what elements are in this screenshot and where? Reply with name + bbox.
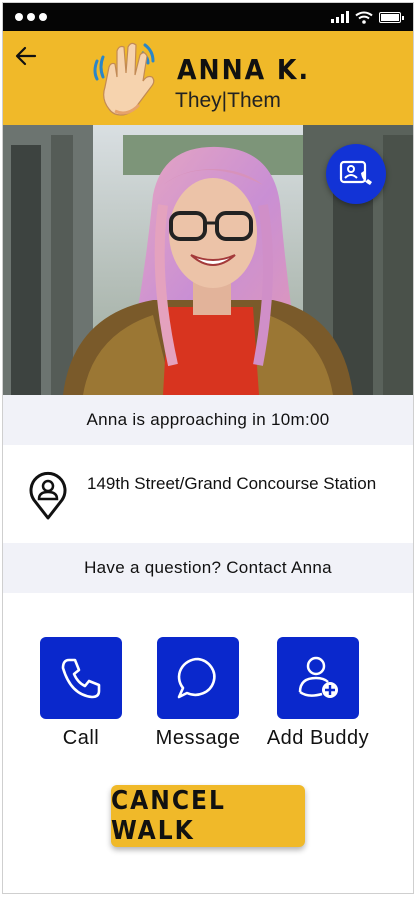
waving-hand-icon [93, 42, 155, 116]
approach-text: Anna is approaching in 10m:00 [86, 410, 330, 429]
status-bar [3, 3, 413, 31]
call-label: Call [62, 727, 100, 749]
signal-icon [331, 11, 349, 23]
carrier-dots [15, 13, 47, 21]
location-text: 149th Street/Grand Concourse Station [87, 474, 377, 493]
message-button[interactable] [157, 637, 239, 719]
status-icons [331, 11, 404, 24]
user-name: ANNA K. [177, 53, 311, 86]
cancel-walk-button[interactable]: CANCEL WALK [111, 785, 305, 847]
call-button[interactable] [40, 637, 122, 719]
battery-icon [379, 11, 404, 23]
message-action: Message [138, 637, 258, 750]
contact-text: Have a question? Contact Anna [84, 558, 332, 577]
video-call-icon [339, 160, 372, 185]
message-label: Message [155, 727, 241, 749]
approach-banner: Anna is approaching in 10m:00 [3, 395, 413, 445]
profile-header: ANNA K. They|Them [3, 31, 413, 125]
phone-frame: ANNA K. They|Them Anna is approaching in… [2, 2, 414, 894]
chat-bubble-icon [177, 657, 216, 699]
add-user-icon [298, 656, 338, 698]
arrow-left-icon[interactable] [13, 43, 39, 69]
call-action: Call [21, 637, 141, 750]
location-pin-person-icon [29, 471, 67, 520]
contact-banner: Have a question? Contact Anna [3, 543, 413, 593]
add-buddy-button[interactable] [277, 637, 359, 719]
add-buddy-label: Add Buddy [266, 727, 370, 749]
wifi-icon [355, 11, 373, 24]
add-buddy-action: Add Buddy [258, 637, 378, 750]
meeting-location: 149th Street/Grand Concourse Station [3, 445, 413, 543]
video-call-button[interactable] [326, 144, 386, 204]
action-row: Call Message Add Buddy [3, 637, 413, 757]
user-pronouns: They|Them [175, 89, 281, 112]
phone-icon [61, 658, 101, 699]
